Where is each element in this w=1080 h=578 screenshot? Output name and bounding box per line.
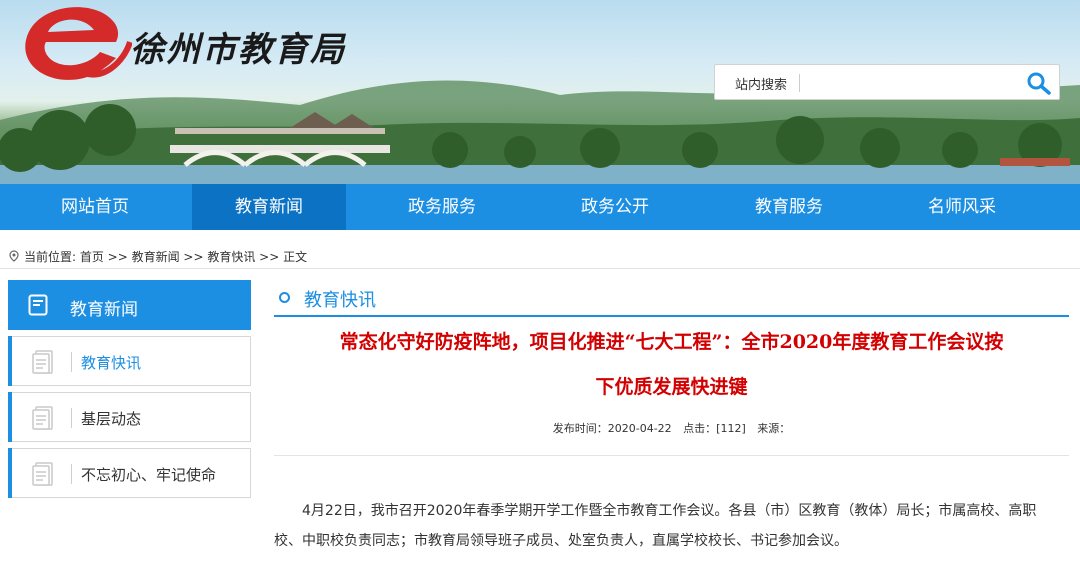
item-divider — [71, 464, 72, 484]
search-label: 站内搜索 — [735, 78, 788, 93]
list-doc-icon — [32, 406, 53, 430]
list-doc-icon — [32, 350, 53, 374]
sidebar-item-label: 基层动态 — [81, 410, 142, 428]
item-divider — [71, 408, 72, 428]
breadcrumb-text: 当前位置: 首页 >> 教育新闻 >> 教育快讯 >> 正文 — [24, 250, 308, 264]
search-box: 站内搜索 — [714, 64, 1060, 100]
article-paragraph: 4月22日，我市召开2020年春季学期开学工作暨全市教育工作会议。各县（市）区教… — [274, 503, 1037, 549]
publish-date: 发布时间：2020-04-22 — [552, 422, 672, 435]
search-divider — [799, 74, 800, 92]
article-meta: 发布时间：2020-04-22 点击：[112] 来源： — [274, 420, 1069, 436]
news-doc-icon — [28, 294, 48, 316]
article-title: 常态化守好防疫阵地，项目化推进“七大工程”：全市2020年度教育工作会议按 下优… — [274, 320, 1069, 410]
breadcrumb: 当前位置: 首页 >> 教育新闻 >> 教育快讯 >> 正文 — [8, 248, 307, 265]
item-accent-bar — [8, 392, 12, 442]
active-indicator — [8, 336, 12, 386]
main-nav: 网站首页 教育新闻 政务服务 政务公开 教育服务 名师风采 — [0, 184, 1080, 230]
sidebar-header: 教育新闻 — [8, 280, 251, 330]
item-accent-bar — [8, 448, 12, 498]
nav-item-home[interactable]: 网站首页 — [18, 184, 172, 230]
sidebar-item-education-express[interactable]: 教育快讯 — [8, 336, 251, 386]
header-banner: 徐州市教育局 站内搜索 — [0, 0, 1080, 184]
nav-item-government-affairs[interactable]: 政务公开 — [538, 184, 692, 230]
logo-e-icon — [25, 7, 132, 80]
section-underline — [274, 315, 1069, 317]
section-title: 教育快讯 — [304, 290, 376, 311]
sidebar-item-label: 教育快讯 — [81, 354, 142, 372]
article-title-line-2: 下优质发展快进键 — [595, 376, 748, 398]
sidebar-item-label: 不忘初心、牢记使命 — [81, 466, 217, 484]
list-doc-icon — [32, 462, 53, 486]
section-bullet-icon — [279, 292, 290, 303]
meta-divider — [274, 455, 1069, 456]
nav-item-education-news[interactable]: 教育新闻 — [192, 184, 346, 230]
nav-item-education-services[interactable]: 教育服务 — [712, 184, 866, 230]
sidebar-item-original-mission[interactable]: 不忘初心、牢记使命 — [8, 448, 251, 498]
breadcrumb-divider — [0, 268, 1080, 269]
sidebar-item-grassroots-news[interactable]: 基层动态 — [8, 392, 251, 442]
click-count: 点击：[112] — [683, 422, 746, 435]
site-name: 徐州市教育局 — [130, 30, 346, 70]
article-source: 来源： — [757, 422, 791, 435]
search-icon[interactable] — [1025, 71, 1053, 95]
location-pin-icon — [9, 250, 19, 262]
sidebar-title: 教育新闻 — [70, 300, 138, 320]
item-divider — [71, 352, 72, 372]
nav-item-famous-teachers[interactable]: 名师风采 — [885, 184, 1039, 230]
nav-item-government-services[interactable]: 政务服务 — [365, 184, 519, 230]
search-input[interactable] — [805, 71, 1015, 95]
article-title-line-1: 常态化守好防疫阵地，项目化推进“七大工程”：全市2020年度教育工作会议按 — [339, 331, 1004, 353]
